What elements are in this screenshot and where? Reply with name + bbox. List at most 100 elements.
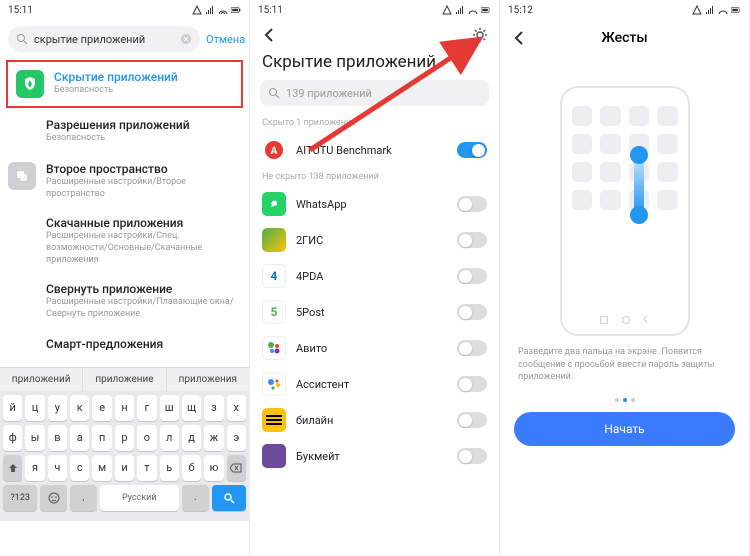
search-field[interactable] <box>8 26 200 52</box>
key[interactable]: ж <box>204 425 223 451</box>
key[interactable]: т <box>137 455 156 481</box>
search-key[interactable] <box>212 485 246 511</box>
section-header: Не скрыто 138 приложений <box>250 168 499 186</box>
backspace-key[interactable] <box>227 455 246 481</box>
result-subtitle: Расширенные настройки/Плавающие окна/Све… <box>46 297 241 320</box>
toggle-switch[interactable] <box>457 232 487 248</box>
key[interactable]: х <box>227 395 246 421</box>
status-time: 15:11 <box>258 5 283 16</box>
result-row[interactable]: Скрытие приложений Безопасность <box>8 62 241 106</box>
key[interactable]: ч <box>48 455 67 481</box>
key[interactable]: г <box>137 395 156 421</box>
toggle-switch[interactable] <box>457 340 487 356</box>
toggle-switch[interactable] <box>457 268 487 284</box>
app-name: Ассистент <box>296 378 447 391</box>
numeric-key[interactable]: ?123 <box>3 485 37 511</box>
toggle-switch[interactable] <box>457 196 487 212</box>
suggestion[interactable]: приложения <box>167 368 249 391</box>
search-field[interactable]: 139 приложений <box>260 80 489 106</box>
key[interactable]: щ <box>182 395 201 421</box>
key[interactable]: р <box>115 425 134 451</box>
key[interactable]: ф <box>3 425 22 451</box>
app-row[interactable]: Авито <box>250 330 499 366</box>
key[interactable]: л <box>160 425 179 451</box>
status-bar: 15:11 <box>250 0 499 20</box>
result-subtitle: Расширенные настройки/Спец. возможности/… <box>46 231 241 266</box>
result-subtitle: Безопасность <box>54 85 233 97</box>
key[interactable]: н <box>115 395 134 421</box>
search-icon <box>16 33 28 45</box>
key[interactable]: ц <box>25 395 44 421</box>
app-row[interactable]: 5 5Post <box>250 294 499 330</box>
app-icon: A <box>262 138 286 162</box>
4pda-icon: 4 <box>262 264 286 288</box>
key[interactable]: с <box>70 455 89 481</box>
result-row[interactable]: Разрешения приложений Безопасность <box>0 110 249 154</box>
app-name: билайн <box>296 414 447 427</box>
status-icons <box>692 5 741 15</box>
gesture-illustration <box>560 86 690 336</box>
key[interactable]: у <box>48 395 67 421</box>
settings-gear-icon[interactable] <box>471 26 489 44</box>
key[interactable]: в <box>48 425 67 451</box>
app-row[interactable]: билайн <box>250 402 499 438</box>
result-row[interactable]: Скачанные приложения Расширенные настрой… <box>0 208 249 274</box>
status-icons <box>192 5 241 15</box>
app-row[interactable]: WhatsApp <box>250 186 499 222</box>
app-row[interactable]: Букмейт <box>250 438 499 474</box>
app-row[interactable]: 2ГИС <box>250 222 499 258</box>
app-row[interactable]: 4 4PDA <box>250 258 499 294</box>
suggestion[interactable]: приложение <box>83 368 166 391</box>
key[interactable]: п <box>92 425 111 451</box>
search-placeholder: 139 приложений <box>286 87 372 100</box>
result-row[interactable]: Второе пространство Расширенные настройк… <box>0 154 249 208</box>
key[interactable]: а <box>70 425 89 451</box>
toggle-switch[interactable] <box>457 376 487 392</box>
assistant-icon <box>262 372 286 396</box>
space-key[interactable]: Русский <box>100 485 180 511</box>
result-title: Свернуть приложение <box>46 282 241 296</box>
keyboard[interactable]: йцукенгшщзх фывапролджэ ячсмитьбю ?123 ,… <box>0 391 249 521</box>
key[interactable]: ю <box>204 455 223 481</box>
back-icon[interactable] <box>260 26 278 44</box>
app-row[interactable]: Ассистент <box>250 366 499 402</box>
toggle-switch[interactable] <box>457 448 487 464</box>
result-title: Второе пространство <box>46 162 241 176</box>
shift-key[interactable] <box>3 455 22 481</box>
panel-gestures: 15:12 Жесты Разведите два пальца на экра… <box>500 0 750 556</box>
key[interactable]: ш <box>160 395 179 421</box>
app-name: Букмейт <box>296 450 447 463</box>
back-icon[interactable] <box>510 29 528 47</box>
period-key[interactable]: . <box>182 485 209 511</box>
result-row[interactable]: Свернуть приложение Расширенные настройк… <box>0 274 249 328</box>
key[interactable]: э <box>227 425 246 451</box>
key[interactable]: и <box>115 455 134 481</box>
beeline-icon <box>262 408 286 432</box>
toggle-switch[interactable] <box>457 142 487 158</box>
key[interactable]: м <box>92 455 111 481</box>
second-space-icon <box>8 162 36 190</box>
key[interactable]: о <box>137 425 156 451</box>
key[interactable]: ь <box>160 455 179 481</box>
clear-icon[interactable] <box>180 33 192 45</box>
key[interactable]: д <box>182 425 201 451</box>
key[interactable]: к <box>70 395 89 421</box>
key[interactable]: б <box>182 455 201 481</box>
key[interactable]: я <box>25 455 44 481</box>
search-input[interactable] <box>34 33 174 46</box>
page-title: Жесты <box>528 24 721 52</box>
key[interactable]: е <box>92 395 111 421</box>
comma-key[interactable]: , <box>70 485 97 511</box>
key[interactable]: й <box>3 395 22 421</box>
toggle-switch[interactable] <box>457 412 487 428</box>
toggle-switch[interactable] <box>457 304 487 320</box>
key[interactable]: з <box>204 395 223 421</box>
app-name: Авито <box>296 342 447 355</box>
key[interactable]: ы <box>25 425 44 451</box>
emoji-key[interactable] <box>40 485 67 511</box>
result-row[interactable]: Смарт-предложения <box>0 329 249 367</box>
suggestion[interactable]: приложений <box>0 368 83 391</box>
start-button[interactable]: Начать <box>514 412 735 446</box>
cancel-button[interactable]: Отмена <box>206 33 245 46</box>
app-row[interactable]: A AITUTU Benchmark <box>250 132 499 168</box>
